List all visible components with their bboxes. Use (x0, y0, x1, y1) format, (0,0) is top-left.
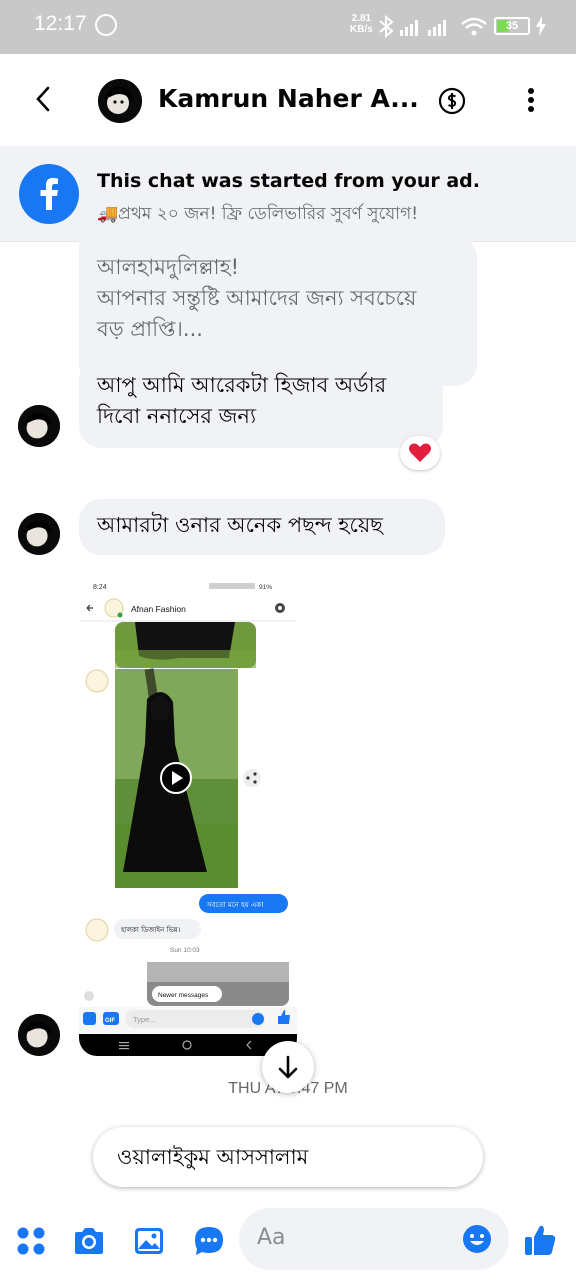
status-time: 12:17 (34, 12, 87, 35)
message-input-placeholder: Aa (257, 1225, 286, 1250)
ad-origin-banner[interactable]: This chat was started from your ad. 🚚প্র… (0, 146, 576, 242)
quick-reply-suggestion[interactable]: ওয়ালাইকুম আসসালাম (93, 1127, 483, 1187)
payment-dollar-icon[interactable] (438, 87, 466, 115)
arrow-down-icon (278, 1055, 298, 1079)
gallery-image-icon[interactable] (132, 1224, 166, 1258)
sender-avatar[interactable] (18, 405, 60, 447)
heart-icon (409, 443, 431, 462)
signal-wifi-icons (379, 14, 487, 39)
message-bubble[interactable]: আমারটা ওনার অনেক পছন্দ হয়েছ (79, 499, 445, 555)
thumbs-up-icon[interactable] (522, 1222, 558, 1258)
shot-time: 8:24 (93, 584, 107, 591)
shared-screenshot-image[interactable]: 8:24 91% Afnan Fashion সবতো মনে হয় এক! (79, 574, 297, 1056)
shot-received-bubble: হালকা ডিজাইন ভিন্ন। (120, 926, 180, 934)
camera-icon[interactable] (72, 1224, 106, 1258)
ad-banner-subtitle: 🚚প্রথম ২০ জন! ফ্রি ডেলিভারির সুবর্ণ সুযো… (97, 204, 419, 224)
shot-status: 91% (259, 584, 272, 591)
shot-timestamp: Sun 10:03 (170, 947, 200, 954)
facebook-logo-icon (19, 164, 79, 224)
emoji-icon[interactable] (461, 1223, 493, 1255)
chat-header: Kamrun Naher A... (0, 54, 576, 146)
network-speed: 2.81 KB/s (350, 13, 373, 35)
shot-gif-label: GIF (105, 1018, 115, 1024)
shot-newer-messages: Newer messages (158, 992, 209, 999)
more-vertical-icon[interactable] (516, 85, 546, 115)
shot-page-name: Afnan Fashion (131, 604, 186, 614)
contact-name[interactable]: Kamrun Naher A... (158, 84, 419, 113)
message-composer: Aa (0, 1200, 576, 1280)
contact-avatar[interactable] (98, 79, 142, 123)
sender-avatar[interactable] (18, 1014, 60, 1056)
apps-grid-icon[interactable] (14, 1224, 48, 1258)
battery-icon: 35 (494, 17, 530, 35)
charging-icon (536, 16, 546, 36)
ad-banner-title: This chat was started from your ad. (97, 170, 480, 192)
scroll-to-bottom-button[interactable] (262, 1041, 314, 1093)
sync-icon (95, 14, 117, 36)
messenger-chat-icon[interactable] (192, 1224, 226, 1258)
status-bar: 12:17 2.81 KB/s 35 (0, 0, 576, 54)
screenshot-content: 8:24 91% Afnan Fashion সবতো মনে হয় এক! (79, 574, 297, 1056)
sender-avatar[interactable] (18, 513, 60, 555)
message-bubble[interactable]: আপু আমি আরেকটা হিজাব অর্ডার দিবো ননাসের … (79, 358, 443, 448)
shot-composer-placeholder: Type... (133, 1015, 156, 1024)
message-input[interactable]: Aa (239, 1208, 509, 1270)
heart-reaction[interactable] (400, 436, 440, 470)
back-arrow-icon[interactable] (28, 82, 62, 116)
shot-sent-bubble: সবতো মনে হয় এক! (206, 901, 264, 909)
